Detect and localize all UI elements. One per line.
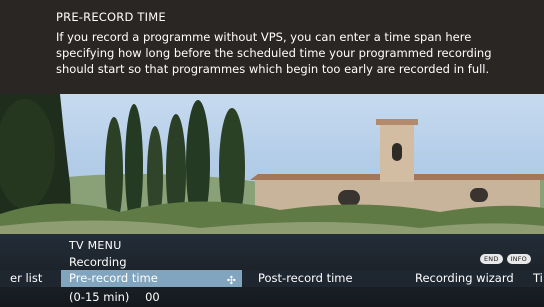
end-key-icon[interactable]: END (479, 254, 503, 264)
help-title: PRE-RECORD TIME (56, 10, 166, 24)
tab-next-partial[interactable]: Ti (533, 270, 543, 287)
menu-tab-row: er list Pre-record time ✣ Post-record ti… (0, 270, 544, 287)
pre-record-value[interactable]: 00 (145, 290, 160, 304)
move-arrows-icon: ✣ (226, 274, 236, 287)
range-hint: (0-15 min) (69, 290, 130, 304)
background-image (0, 94, 544, 234)
tv-menu-panel: TV MENU Recording END INFO er list Pre-r… (0, 234, 544, 307)
menu-title: TV MENU (69, 239, 122, 252)
menu-subtitle: Recording (69, 255, 127, 269)
pre-record-value-row[interactable]: (0-15 min) 00 (69, 290, 172, 304)
tab-recording-wizard[interactable]: Recording wizard (415, 270, 514, 287)
remote-keys: END INFO (479, 254, 531, 264)
tab-pre-record-label: Pre-record time (69, 271, 158, 285)
help-panel: PRE-RECORD TIME If you record a programm… (0, 0, 544, 94)
info-key-icon[interactable]: INFO (506, 254, 531, 264)
tab-pre-record-time[interactable]: Pre-record time ✣ (61, 270, 242, 287)
tab-post-record-time[interactable]: Post-record time (258, 270, 353, 287)
help-text: If you record a programme without VPS, y… (56, 30, 492, 77)
landscape-illustration (0, 94, 544, 234)
tab-timer-list[interactable]: er list (10, 270, 42, 287)
